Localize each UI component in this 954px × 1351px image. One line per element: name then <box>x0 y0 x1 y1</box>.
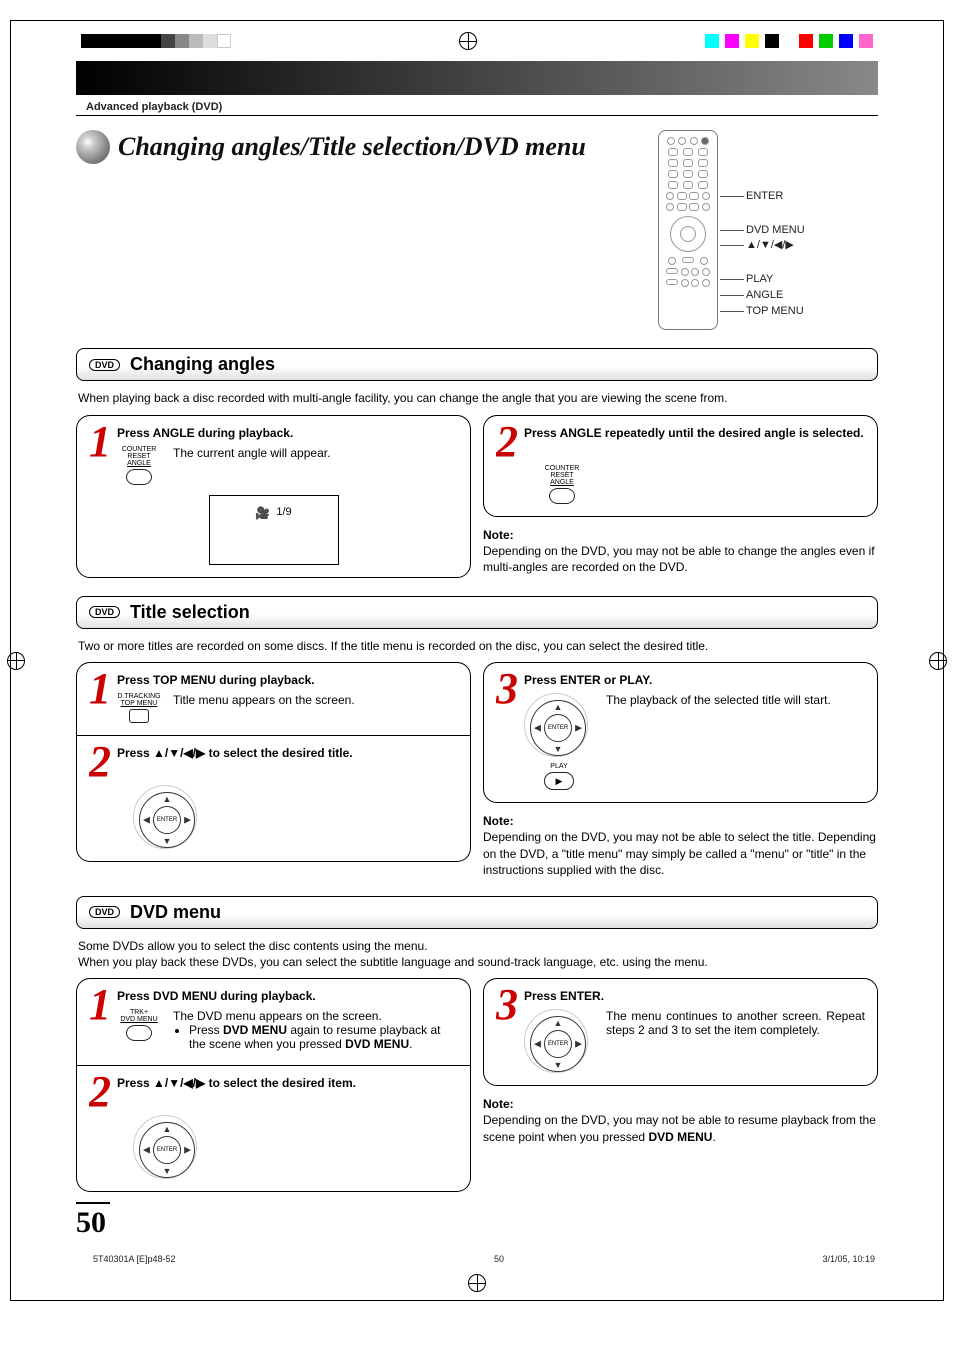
button-label-line1: COUNTER RESET <box>540 465 584 479</box>
section-heading-dvd-menu: DVD DVD menu <box>76 896 878 929</box>
registration-mark-icon <box>468 1274 486 1292</box>
step-number: 1 <box>89 989 111 1022</box>
step-box-angles-1: 1 Press ANGLE during playback. COUNTER R… <box>76 415 471 578</box>
dvd-badge-icon: DVD <box>89 359 120 371</box>
footer-info: 5T40301A [E]p48-52 50 3/1/05, 10:19 <box>11 1250 943 1270</box>
page-outer-frame: Advanced playback (DVD) Changing angles/… <box>10 20 944 1301</box>
osd-display: 🎥 1/9 <box>209 495 339 565</box>
printer-marks-top <box>11 21 943 61</box>
dpad-icon: ENTER ▲▼◀▶ <box>524 693 588 757</box>
step-title: Press TOP MENU during playback. <box>89 673 458 687</box>
section-title: DVD menu <box>130 902 221 923</box>
dpad-icon: ENTER ▲▼◀▶ <box>524 1009 588 1073</box>
remote-label-top-menu: TOP MENU <box>746 305 805 317</box>
section-title: Title selection <box>130 602 250 623</box>
section-heading-changing-angles: DVD Changing angles <box>76 348 878 381</box>
note-block: Note: Depending on the DVD, you may not … <box>483 527 878 576</box>
step-number: 1 <box>89 673 111 706</box>
dvd-menu-button-icon <box>126 1025 152 1041</box>
footer-left: 5T40301A [E]p48-52 <box>93 1254 176 1264</box>
step-box-dvdmenu-1: 1 Press DVD MENU during playback. TRK+ D… <box>76 978 471 1066</box>
remote-label-angle: ANGLE <box>746 289 805 301</box>
button-label-line1: COUNTER RESET <box>117 446 161 460</box>
button-label-line1: D.TRACKING <box>117 693 161 700</box>
step-number: 3 <box>496 989 518 1022</box>
step-body: The DVD menu appears on the screen. Pres… <box>173 1009 458 1053</box>
button-label-line2: ANGLE <box>540 479 584 486</box>
step-number: 2 <box>89 746 111 779</box>
camera-icon: 🎥 <box>255 506 270 520</box>
osd-value: 1/9 <box>276 506 291 518</box>
step-body: Title menu appears on the screen. <box>173 693 458 707</box>
page-number: 50 <box>76 1202 110 1240</box>
step-title: Press ENTER. <box>496 989 865 1003</box>
note-block: Note: Depending on the DVD, you may not … <box>483 813 878 878</box>
remote-label-arrows: ▲/▼/◀/▶ <box>746 238 805 251</box>
dvd-badge-icon: DVD <box>89 606 120 618</box>
step-box-dvdmenu-2: 2 Press ▲/▼/◀/▶ to select the desired it… <box>76 1066 471 1192</box>
page-title: Changing angles/Title selection/DVD menu <box>118 132 586 162</box>
chapter-bullet-icon <box>76 130 110 164</box>
section-intro: When playing back a disc recorded with m… <box>78 391 876 407</box>
step-number: 2 <box>89 1076 111 1109</box>
remote-control-diagram: ENTER DVD MENU ▲/▼/◀/▶ PLAY ANGLE TOP ME… <box>658 130 878 330</box>
step-box-title-1: 1 Press TOP MENU during playback. D.TRAC… <box>76 662 471 736</box>
footer-center: 50 <box>494 1254 504 1264</box>
step-title: Press ENTER or PLAY. <box>496 673 865 687</box>
play-button-icon: ▶ <box>544 772 574 790</box>
dpad-icon: ENTER ▲▼◀▶ <box>133 1115 197 1179</box>
section-heading-title-selection: DVD Title selection <box>76 596 878 629</box>
button-label-line1: TRK+ <box>117 1009 161 1016</box>
angle-button-icon <box>549 488 575 504</box>
remote-label-dvd-menu: DVD MENU <box>746 224 805 236</box>
registration-mark-icon <box>929 652 947 670</box>
step-body: The playback of the selected title will … <box>606 693 865 707</box>
remote-label-play: PLAY <box>746 273 805 285</box>
step-title: Press ▲/▼/◀/▶ to select the desired titl… <box>89 746 458 760</box>
section-intro: Some DVDs allow you to select the disc c… <box>78 939 876 970</box>
breadcrumb: Advanced playback (DVD) <box>76 97 878 116</box>
remote-label-enter: ENTER <box>746 190 805 202</box>
step-title: Press ▲/▼/◀/▶ to select the desired item… <box>89 1076 458 1090</box>
step-number: 2 <box>496 426 518 459</box>
step-title: Press ANGLE during playback. <box>89 426 458 440</box>
footer-right: 3/1/05, 10:19 <box>822 1254 875 1264</box>
angle-button-icon <box>126 469 152 485</box>
step-number: 3 <box>496 673 518 706</box>
step-box-angles-2: 2 Press ANGLE repeatedly until the desir… <box>483 415 878 517</box>
step-box-title-3: 3 Press ENTER or PLAY. ENTER ▲▼◀▶ <box>483 662 878 803</box>
note-block: Note: Depending on the DVD, you may not … <box>483 1096 878 1145</box>
step-number: 1 <box>89 426 111 459</box>
header-gradient <box>76 61 878 95</box>
button-label-line2: ANGLE <box>117 460 161 467</box>
section-title: Changing angles <box>130 354 275 375</box>
dpad-icon: ENTER ▲▼◀▶ <box>133 785 197 849</box>
dvd-badge-icon: DVD <box>89 906 120 918</box>
step-title: Press DVD MENU during playback. <box>89 989 458 1003</box>
registration-mark-icon <box>459 32 477 50</box>
button-label-line2: DVD MENU <box>117 1016 161 1023</box>
registration-mark-icon <box>7 652 25 670</box>
step-box-title-2: 2 Press ▲/▼/◀/▶ to select the desired ti… <box>76 736 471 862</box>
step-title: Press ANGLE repeatedly until the desired… <box>496 426 865 440</box>
step-body: The current angle will appear. <box>173 446 458 460</box>
section-intro: Two or more titles are recorded on some … <box>78 639 876 655</box>
button-label-line2: TOP MENU <box>117 700 161 707</box>
top-menu-button-icon <box>129 709 149 723</box>
step-box-dvdmenu-3: 3 Press ENTER. ENTER ▲▼◀▶ <box>483 978 878 1086</box>
step-body: The menu continues to another screen. Re… <box>606 1009 865 1037</box>
